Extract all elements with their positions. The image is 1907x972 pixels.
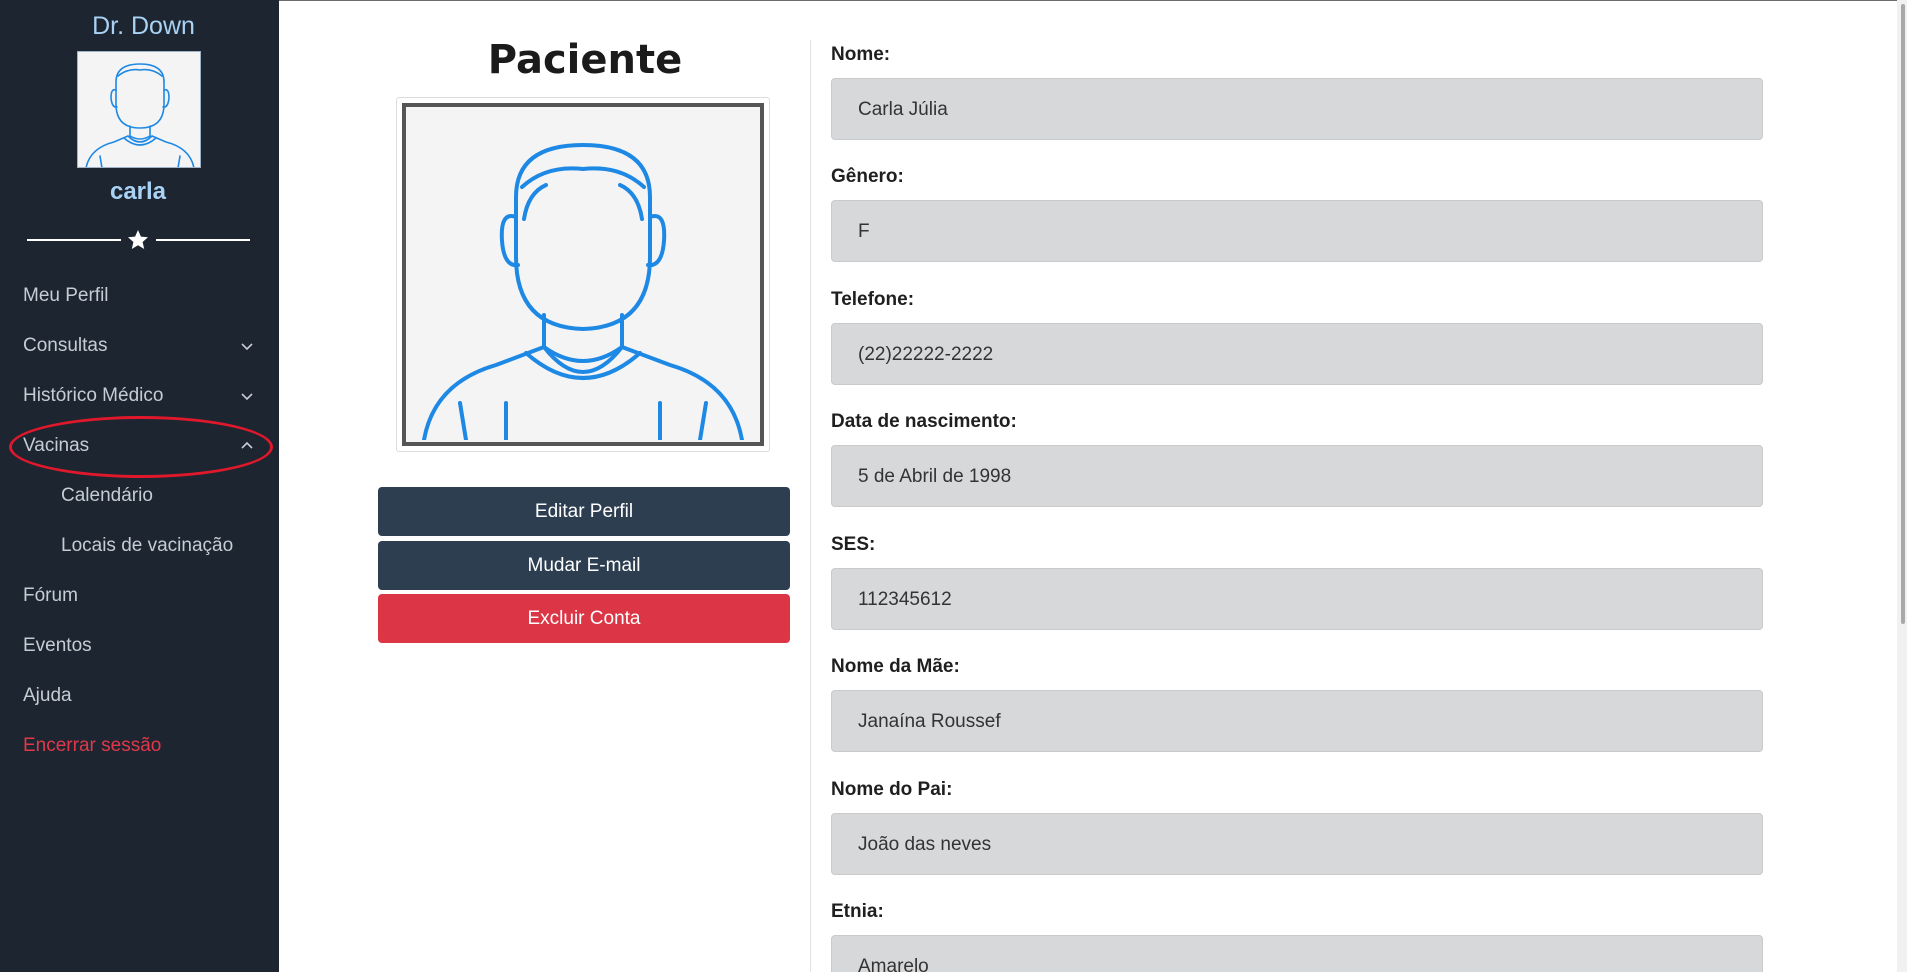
field-label: Etnia: — [831, 901, 884, 922]
field-label: Data de nascimento: — [831, 411, 1017, 432]
genero-field[interactable]: F — [831, 200, 1763, 262]
nome-field[interactable]: Carla Júlia — [831, 78, 1763, 140]
sidebar-item-label: Fórum — [23, 585, 78, 606]
field-telefone: Telefone: (22)22222-2222 — [831, 285, 1763, 385]
field-nome-mae: Nome da Mãe: Janaína Roussef — [831, 652, 1763, 752]
field-nome-pai: Nome do Pai: João das neves — [831, 775, 1763, 875]
data-nascimento-field[interactable]: 5 de Abril de 1998 — [831, 445, 1763, 507]
etnia-field[interactable]: Amarelo — [831, 935, 1763, 972]
chevron-up-icon — [241, 441, 253, 449]
sidebar-item-label: Vacinas — [23, 435, 90, 456]
sidebar-item-label: Encerrar sessão — [23, 735, 162, 756]
chevron-down-icon — [241, 393, 253, 401]
delete-account-button[interactable]: Excluir Conta — [378, 594, 790, 643]
chevron-down-icon — [241, 343, 253, 351]
column-separator — [810, 40, 811, 972]
divider-line-right — [156, 239, 250, 241]
field-etnia: Etnia: Amarelo — [831, 897, 1763, 972]
divider — [27, 228, 250, 252]
change-email-button[interactable]: Mudar E-mail — [378, 541, 790, 590]
page-title: Paciente — [487, 37, 683, 83]
star-icon — [128, 230, 148, 249]
sidebar-item-vacinas[interactable]: Vacinas — [0, 426, 279, 476]
sidebar-item-label: Calendário — [61, 485, 153, 506]
field-label: Nome da Mãe: — [831, 656, 960, 677]
field-genero: Gênero: F — [831, 162, 1763, 262]
sidebar-subitem-locais-vacinacao[interactable]: Locais de vacinação — [0, 526, 279, 576]
sidebar-subitem-calendario[interactable]: Calendário — [0, 476, 279, 526]
user-avatar-icon — [85, 63, 195, 167]
field-ses: SES: 112345612 — [831, 530, 1763, 630]
sidebar-item-label: Locais de vacinação — [61, 535, 234, 556]
username: carla — [109, 178, 167, 205]
sidebar-item-historico-medico[interactable]: Histórico Médico — [0, 376, 279, 426]
telefone-field[interactable]: (22)22222-2222 — [831, 323, 1763, 385]
sidebar-item-label: Histórico Médico — [23, 385, 164, 406]
field-label: Nome: — [831, 44, 891, 65]
scrollbar[interactable] — [1897, 0, 1907, 972]
field-nome: Nome: Carla Júlia — [831, 40, 1763, 140]
user-avatar-icon — [422, 143, 744, 442]
nome-mae-field[interactable]: Janaína Roussef — [831, 690, 1763, 752]
field-label: SES: — [831, 534, 876, 555]
sidebar-item-label: Meu Perfil — [23, 285, 109, 306]
sidebar-item-label: Consultas — [23, 335, 108, 356]
sidebar-item-label: Ajuda — [23, 685, 72, 706]
profile-photo — [396, 97, 770, 452]
ses-field[interactable]: 112345612 — [831, 568, 1763, 630]
sidebar-item-meu-perfil[interactable]: Meu Perfil — [0, 276, 279, 326]
field-label: Gênero: — [831, 166, 904, 187]
sidebar-item-encerrar-sessao[interactable]: Encerrar sessão — [0, 726, 279, 776]
sidebar-item-ajuda[interactable]: Ajuda — [0, 676, 279, 726]
sidebar-item-consultas[interactable]: Consultas — [0, 326, 279, 376]
sidebar-nav: Meu Perfil Consultas Histórico Médico Va… — [0, 276, 279, 776]
sidebar: Dr. Down carla Meu Perfil Consultas Hist… — [0, 0, 279, 972]
sidebar-item-forum[interactable]: Fórum — [0, 576, 279, 626]
edit-profile-button[interactable]: Editar Perfil — [378, 487, 790, 536]
nome-pai-field[interactable]: João das neves — [831, 813, 1763, 875]
profile-photo-inner — [402, 103, 764, 446]
scrollbar-thumb[interactable] — [1901, 4, 1905, 624]
field-data-nascimento: Data de nascimento: 5 de Abril de 1998 — [831, 407, 1763, 507]
divider-line-left — [27, 239, 121, 241]
brand-title: Dr. Down — [92, 12, 195, 40]
sidebar-item-eventos[interactable]: Eventos — [0, 626, 279, 676]
user-avatar — [77, 51, 201, 168]
top-border — [279, 0, 1907, 1]
sidebar-item-label: Eventos — [23, 635, 92, 656]
field-label: Nome do Pai: — [831, 779, 953, 800]
field-label: Telefone: — [831, 289, 915, 310]
